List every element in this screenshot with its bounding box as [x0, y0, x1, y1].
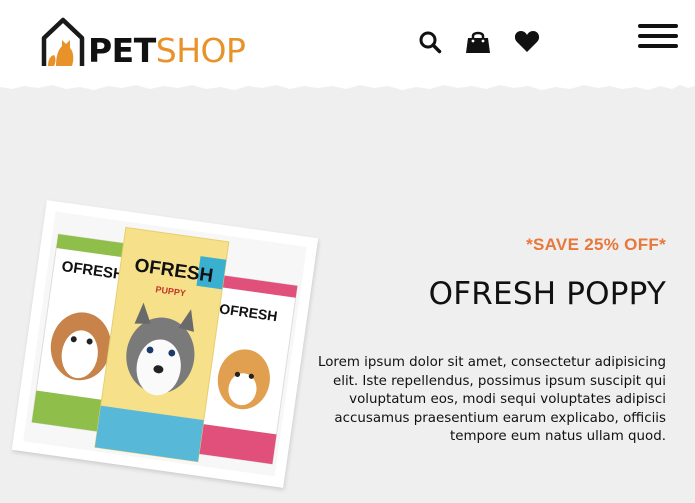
house-pet-icon: [41, 17, 85, 66]
dog-food-packs-image: OFRESH OFRESH OFRESH PUPPY: [23, 211, 307, 477]
cart-button[interactable]: [463, 27, 493, 57]
search-icon: [419, 31, 442, 54]
promo-label: *SAVE 25% OFF*: [526, 235, 666, 254]
search-button[interactable]: [415, 27, 445, 57]
hamburger-line: [638, 34, 678, 38]
wishlist-button[interactable]: [512, 27, 542, 57]
product-title: OFRESH POPPY: [428, 276, 666, 312]
product-image: OFRESH OFRESH OFRESH PUPPY: [11, 200, 319, 488]
menu-button[interactable]: [636, 22, 680, 50]
heart-icon: [514, 31, 540, 52]
brand-wordmark: PETSHOP: [88, 31, 246, 70]
brand-shop: SHOP: [155, 31, 246, 70]
shopping-bag-icon: [466, 31, 490, 53]
page: PETSHOP OFRESH OFRESH OFRESH PUPPY *SAVE…: [0, 0, 695, 503]
product-description: Lorem ipsum dolor sit amet, consectetur …: [318, 355, 666, 445]
hamburger-menu-icon: [638, 24, 678, 28]
brand-pet: PET: [88, 31, 156, 70]
petshop-logo[interactable]: PETSHOP: [40, 14, 246, 70]
site-header: PETSHOP: [0, 0, 695, 96]
hamburger-line: [638, 44, 678, 48]
